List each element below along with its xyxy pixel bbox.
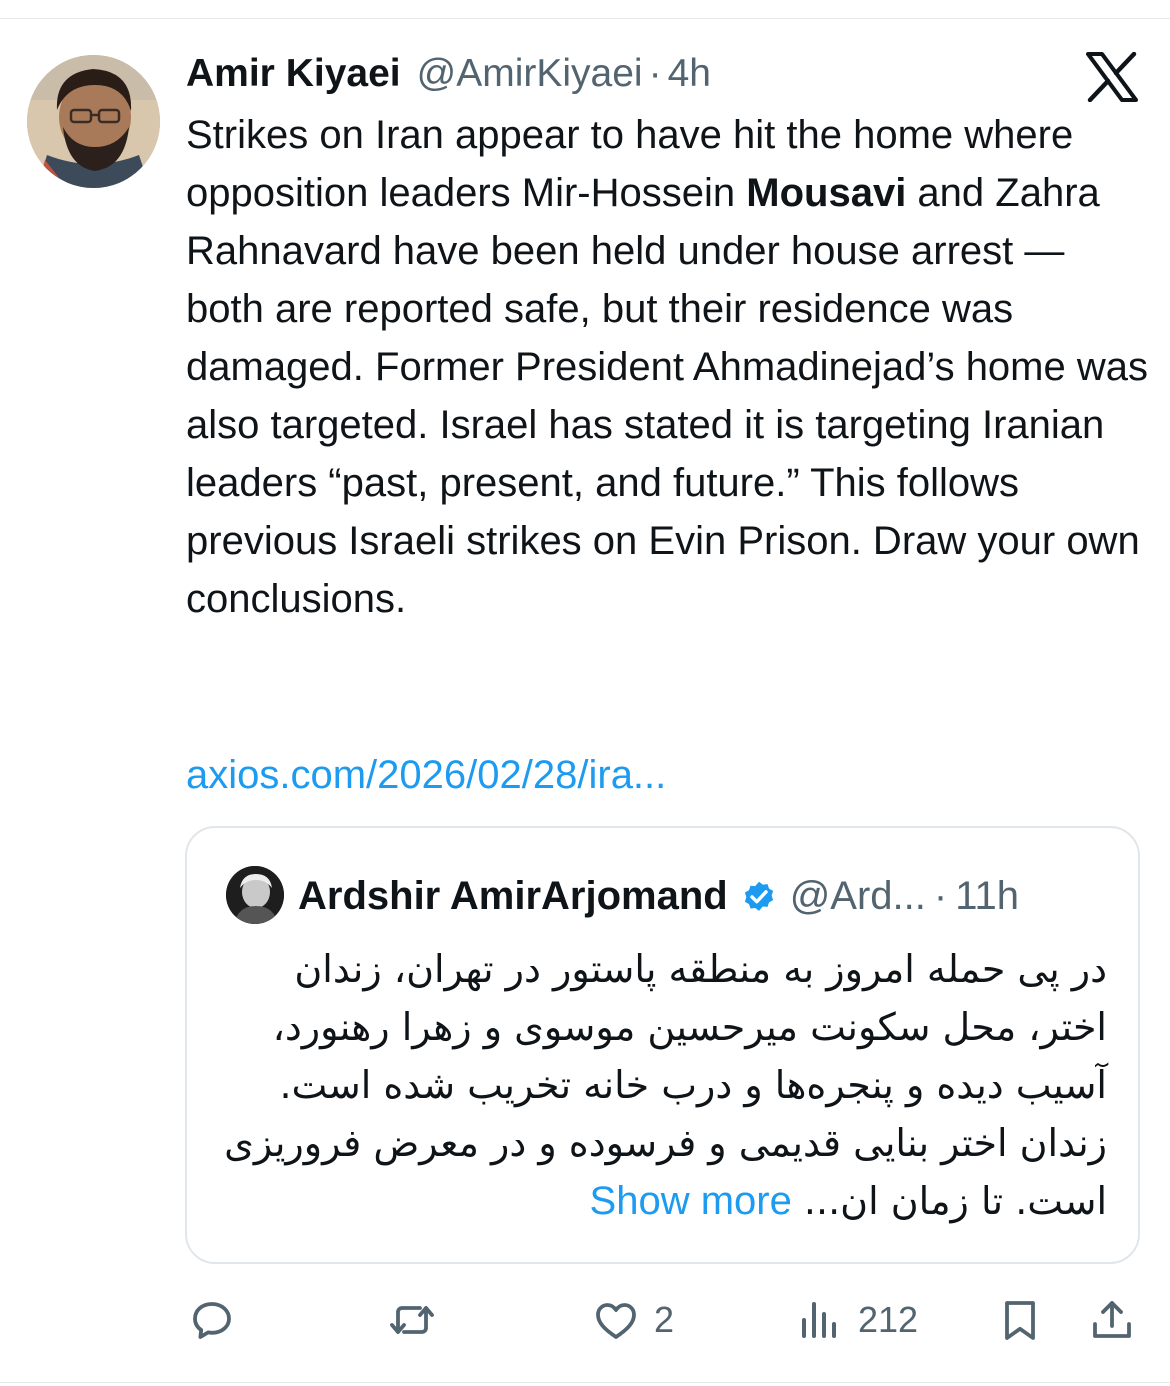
views-icon [802,1302,836,1338]
top-divider [0,18,1170,19]
views-button[interactable]: 212 [796,1290,918,1350]
bookmark-icon [1005,1301,1035,1340]
share-button[interactable] [1088,1290,1136,1350]
reply-button[interactable] [188,1290,236,1350]
share-icon [1093,1301,1131,1338]
like-button[interactable]: 2 [592,1290,674,1350]
quoted-author-handle[interactable]: @Ard... [790,874,926,919]
x-logo-icon[interactable] [1086,51,1138,103]
views-count: 212 [858,1299,919,1340]
author-avatar[interactable] [27,55,160,188]
reply-icon [193,1302,231,1339]
tweet-text: Strikes on Iran appear to have hit the h… [186,106,1151,628]
quoted-tweet-time[interactable]: 11h [955,874,1019,919]
quoted-tweet-header: Ardshir AmirArjomand @Ard... · 11h [298,870,1019,922]
author-handle[interactable]: @AmirKiyaei [417,52,643,96]
tweet-text-bold: Mousavi [746,171,907,215]
verified-badge-icon [740,877,778,915]
repost-icon [390,1306,434,1334]
quoted-author-avatar[interactable] [226,866,284,924]
separator-dot: · [648,52,662,95]
tweet-text-part2: and Zahra Rahnavard have been held under… [186,171,1148,621]
show-more-link[interactable]: Show more [590,1179,792,1223]
like-count: 2 [654,1299,675,1340]
tweet-action-bar: 2 212 [0,1290,1170,1350]
quoted-tweet-card[interactable]: Ardshir AmirArjomand @Ard... · 11h در پی… [185,826,1140,1264]
repost-button[interactable] [388,1290,436,1350]
author-name[interactable]: Amir Kiyaei [186,52,401,96]
separator-dot: · [933,873,948,918]
tweet-header: Amir Kiyaei @AmirKiyaei · 4h [186,52,711,100]
bookmark-button[interactable] [996,1290,1044,1350]
bottom-divider [0,1382,1170,1383]
quoted-tweet-text: در پی حمله امروز به منطقه پاستور در تهرا… [223,940,1107,1230]
quoted-author-name[interactable]: Ardshir AmirArjomand [298,874,728,919]
tweet-time[interactable]: 4h [668,52,711,96]
heart-icon [596,1303,636,1339]
article-link[interactable]: axios.com/2026/02/28/ira... [186,747,666,803]
